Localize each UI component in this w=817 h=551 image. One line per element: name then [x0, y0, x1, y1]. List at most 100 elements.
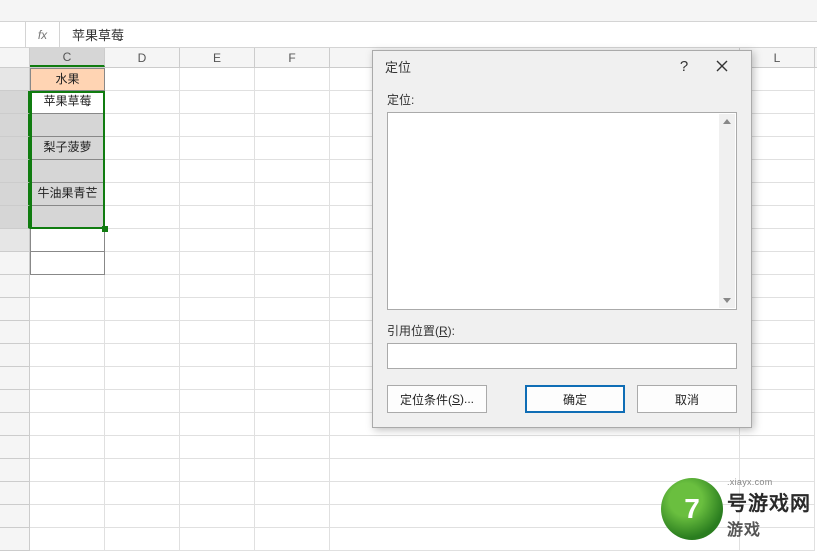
cell[interactable] — [180, 68, 255, 91]
cell[interactable] — [180, 183, 255, 206]
cell[interactable] — [180, 459, 255, 482]
formula-input[interactable]: 苹果草莓 — [60, 22, 817, 47]
cell[interactable] — [255, 459, 330, 482]
cell[interactable] — [180, 367, 255, 390]
cell[interactable] — [105, 413, 180, 436]
row-header[interactable] — [0, 344, 30, 367]
cell[interactable] — [105, 298, 180, 321]
col-header-d[interactable]: D — [105, 48, 180, 67]
cell[interactable] — [180, 436, 255, 459]
cell[interactable] — [180, 390, 255, 413]
cell[interactable] — [255, 298, 330, 321]
select-all-corner[interactable] — [0, 48, 30, 67]
cell[interactable] — [330, 436, 740, 459]
row-header[interactable] — [0, 298, 30, 321]
cell[interactable] — [105, 505, 180, 528]
cancel-button[interactable]: 取消 — [637, 385, 737, 413]
row-header[interactable] — [0, 114, 30, 137]
cell[interactable] — [30, 505, 105, 528]
cell[interactable] — [255, 321, 330, 344]
row-header[interactable] — [0, 413, 30, 436]
row-header[interactable] — [0, 528, 30, 551]
cell[interactable] — [180, 344, 255, 367]
cell[interactable] — [30, 459, 105, 482]
cell-c8[interactable] — [30, 229, 105, 252]
cell[interactable] — [105, 459, 180, 482]
cell[interactable] — [255, 390, 330, 413]
goto-listbox[interactable] — [387, 112, 737, 310]
cell[interactable] — [105, 482, 180, 505]
cell[interactable] — [105, 160, 180, 183]
cell[interactable] — [255, 413, 330, 436]
row-header[interactable] — [0, 229, 30, 252]
cell[interactable] — [180, 114, 255, 137]
row-header[interactable] — [0, 505, 30, 528]
cell[interactable] — [255, 183, 330, 206]
close-icon[interactable] — [703, 51, 741, 81]
cell[interactable] — [255, 528, 330, 551]
row-header[interactable] — [0, 68, 30, 91]
row-header[interactable] — [0, 206, 30, 229]
cell[interactable] — [180, 160, 255, 183]
cell[interactable] — [30, 482, 105, 505]
cell[interactable] — [30, 436, 105, 459]
cell[interactable] — [255, 275, 330, 298]
cell[interactable] — [30, 390, 105, 413]
cell[interactable] — [180, 252, 255, 275]
cell[interactable] — [255, 68, 330, 91]
cell[interactable] — [180, 229, 255, 252]
row-header[interactable] — [0, 91, 30, 114]
row-header[interactable] — [0, 390, 30, 413]
cell[interactable] — [105, 390, 180, 413]
cell[interactable] — [105, 183, 180, 206]
cell[interactable] — [180, 413, 255, 436]
cell[interactable] — [30, 413, 105, 436]
cell[interactable] — [255, 367, 330, 390]
cell-c9[interactable] — [30, 252, 105, 275]
cell[interactable] — [105, 321, 180, 344]
cell-c1-header[interactable]: 水果 — [30, 68, 105, 91]
cell[interactable] — [180, 91, 255, 114]
cell[interactable] — [255, 114, 330, 137]
cell[interactable] — [180, 505, 255, 528]
col-header-e[interactable]: E — [180, 48, 255, 67]
cell[interactable] — [180, 298, 255, 321]
cell[interactable] — [255, 436, 330, 459]
cell-c4[interactable]: 梨子菠萝 — [30, 137, 105, 160]
cell[interactable] — [180, 482, 255, 505]
cell[interactable] — [255, 505, 330, 528]
cell[interactable] — [105, 344, 180, 367]
fx-icon[interactable]: fx — [26, 22, 60, 47]
cell[interactable] — [105, 528, 180, 551]
ok-button[interactable]: 确定 — [525, 385, 625, 413]
cell[interactable] — [180, 206, 255, 229]
reference-input[interactable] — [387, 343, 737, 369]
row-header[interactable] — [0, 482, 30, 505]
fill-handle[interactable] — [102, 226, 108, 232]
cell[interactable] — [255, 482, 330, 505]
cell[interactable] — [180, 321, 255, 344]
row-header[interactable] — [0, 321, 30, 344]
cell[interactable] — [105, 206, 180, 229]
cell[interactable] — [30, 528, 105, 551]
cell[interactable] — [255, 137, 330, 160]
cell[interactable] — [30, 344, 105, 367]
cell-c6[interactable]: 牛油果青芒 — [30, 183, 105, 206]
row-header[interactable] — [0, 367, 30, 390]
name-box[interactable] — [0, 22, 26, 47]
dialog-titlebar[interactable]: 定位 ? — [373, 51, 751, 81]
cell[interactable] — [105, 275, 180, 298]
cell-c5[interactable] — [30, 160, 105, 183]
help-icon[interactable]: ? — [665, 51, 703, 81]
cell[interactable] — [105, 68, 180, 91]
cell-c3[interactable] — [30, 114, 105, 137]
col-header-c[interactable]: C — [30, 48, 105, 67]
row-header[interactable] — [0, 252, 30, 275]
cell[interactable] — [255, 229, 330, 252]
cell[interactable] — [30, 321, 105, 344]
cell-c2[interactable]: 苹果草莓 — [30, 91, 105, 114]
cell[interactable] — [30, 275, 105, 298]
row-header[interactable] — [0, 160, 30, 183]
cell[interactable] — [105, 436, 180, 459]
col-header-f[interactable]: F — [255, 48, 330, 67]
